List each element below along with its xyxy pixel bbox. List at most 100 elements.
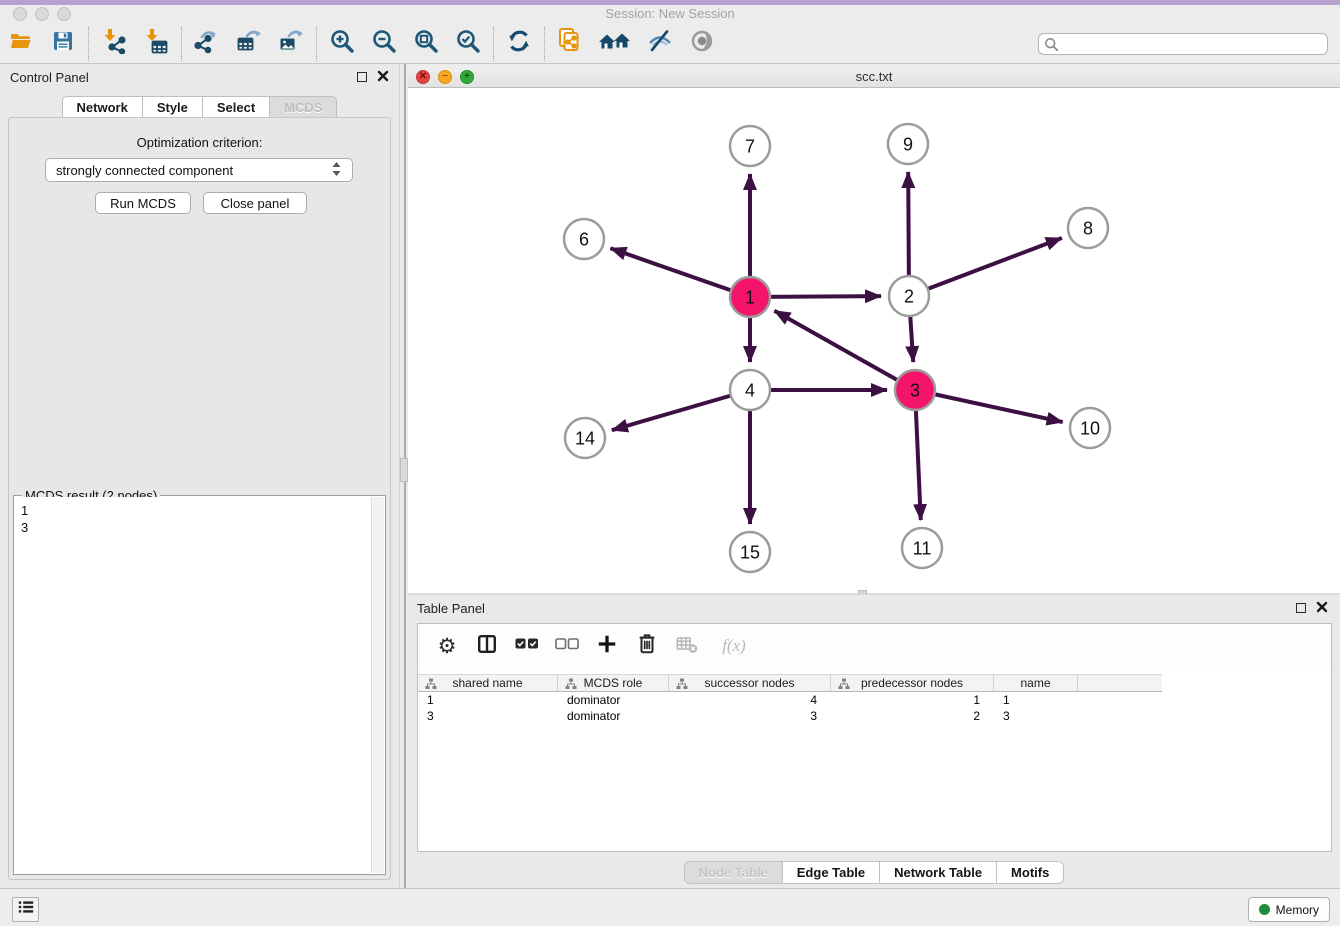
- column-header-predecessor-nodes[interactable]: predecessor nodes: [831, 675, 994, 691]
- fx-icon: f(x): [722, 636, 746, 656]
- control-panel-title: Control Panel: [10, 70, 89, 85]
- graph-edge-2-8[interactable]: [909, 238, 1062, 296]
- delete-table-button-disabled: [674, 633, 700, 659]
- cell-name[interactable]: 3: [994, 709, 1078, 723]
- column-header-mcds-role[interactable]: MCDS role: [558, 675, 669, 691]
- export-image-button[interactable]: [270, 27, 312, 61]
- memory-button[interactable]: Memory: [1248, 897, 1330, 922]
- column-header-successor-nodes[interactable]: successor nodes: [669, 675, 831, 691]
- export-table-button[interactable]: [228, 27, 270, 61]
- cell-successor-nodes[interactable]: 3: [669, 709, 831, 723]
- home-button[interactable]: [591, 27, 639, 61]
- cell-successor-nodes[interactable]: 4: [669, 693, 831, 707]
- result-scrollbar[interactable]: [371, 497, 384, 873]
- task-history-button[interactable]: [12, 897, 39, 922]
- save-disk-icon: [51, 29, 75, 58]
- zoom-selected-icon: [455, 28, 481, 59]
- graph-node-label-6: 6: [579, 230, 589, 250]
- import-table-button[interactable]: [135, 27, 177, 61]
- clone-network-button[interactable]: [549, 27, 591, 61]
- toggle-columns-button[interactable]: [474, 633, 500, 659]
- cell-shared-name[interactable]: 3: [418, 709, 558, 723]
- app-window: Session: New Session: [0, 0, 1340, 926]
- function-builder-button-disabled: f(x): [714, 633, 754, 659]
- splitter-grip[interactable]: [400, 458, 408, 482]
- tab-network[interactable]: Network: [62, 96, 143, 118]
- tab-select[interactable]: Select: [203, 96, 270, 118]
- vertical-splitter[interactable]: [400, 64, 408, 888]
- graph-edge-3-10[interactable]: [915, 390, 1063, 422]
- search-input[interactable]: [1038, 33, 1328, 55]
- table-row[interactable]: 1 dominator 4 1 1: [418, 692, 1162, 708]
- table-header-row: shared name MCDS role successor nodes pr…: [418, 674, 1162, 692]
- cell-mcds-role[interactable]: dominator: [558, 709, 669, 723]
- node-table-container: ⚙ f(x) shared name MCDS role successor n…: [417, 623, 1332, 852]
- zoom-out-button[interactable]: [363, 27, 405, 61]
- tab-motifs[interactable]: Motifs: [997, 861, 1064, 884]
- open-session-button[interactable]: [0, 27, 42, 61]
- tab-edge-table[interactable]: Edge Table: [783, 861, 880, 884]
- search-container: [1038, 33, 1328, 55]
- float-panel-icon[interactable]: [357, 72, 367, 82]
- float-panel-icon[interactable]: [1296, 603, 1306, 613]
- cell-shared-name[interactable]: 1: [418, 693, 558, 707]
- table-row[interactable]: 3 dominator 3 2 3: [418, 708, 1162, 724]
- graph-node-label-10: 10: [1080, 419, 1100, 439]
- tab-mcds[interactable]: MCDS: [270, 96, 337, 118]
- trash-icon: [636, 632, 658, 661]
- deselect-all-button[interactable]: [554, 633, 580, 659]
- cell-name[interactable]: 1: [994, 693, 1078, 707]
- add-column-button[interactable]: [594, 633, 620, 659]
- tab-style[interactable]: Style: [143, 96, 203, 118]
- zoom-fit-icon: [413, 28, 439, 59]
- table-panel-title: Table Panel: [417, 601, 485, 616]
- import-network-button[interactable]: [93, 27, 135, 61]
- clone-network-icon: [557, 27, 583, 60]
- zoom-selected-button[interactable]: [447, 27, 489, 61]
- mcds-result-item: 1: [21, 502, 370, 519]
- hide-selected-button[interactable]: [639, 27, 681, 61]
- search-icon: [1044, 37, 1059, 57]
- delete-column-button[interactable]: [634, 633, 660, 659]
- tab-network-table[interactable]: Network Table: [880, 861, 997, 884]
- mcds-tab-content: Optimization criterion: strongly connect…: [8, 117, 391, 880]
- mcds-result-list[interactable]: 1 3: [15, 497, 370, 873]
- export-network-icon: [193, 28, 221, 59]
- select-all-button[interactable]: [514, 633, 540, 659]
- node-table: shared name MCDS role successor nodes pr…: [418, 674, 1162, 724]
- delete-table-icon: [675, 633, 699, 660]
- cell-predecessor-nodes[interactable]: 1: [831, 693, 994, 707]
- column-header-name[interactable]: name: [994, 675, 1078, 691]
- cell-predecessor-nodes[interactable]: 2: [831, 709, 994, 723]
- graph-edge-3-1[interactable]: [774, 311, 915, 390]
- zoom-fit-button[interactable]: [405, 27, 447, 61]
- window-titlebar: Session: New Session: [0, 5, 1340, 24]
- export-network-button[interactable]: [186, 27, 228, 61]
- graph-canvas[interactable]: 7968124314101511: [408, 88, 1340, 593]
- status-bar: Memory: [0, 888, 1340, 926]
- cell-mcds-role[interactable]: dominator: [558, 693, 669, 707]
- split-panel-icon: [476, 633, 498, 660]
- graph-node-label-11: 11: [913, 539, 932, 559]
- network-window-titlebar[interactable]: ✕ − + scc.txt: [408, 66, 1340, 88]
- run-mcds-button[interactable]: Run MCDS: [95, 192, 191, 214]
- graph-edge-4-14[interactable]: [612, 390, 750, 430]
- zoom-in-button[interactable]: [321, 27, 363, 61]
- criterion-select[interactable]: strongly connected component: [45, 158, 353, 182]
- show-all-button[interactable]: [681, 27, 723, 61]
- graph-node-label-1: 1: [745, 288, 755, 308]
- tab-node-table[interactable]: Node Table: [684, 861, 783, 884]
- graph-node-label-4: 4: [745, 381, 755, 401]
- close-panel-icon[interactable]: [1316, 601, 1328, 616]
- column-tree-icon: [565, 678, 577, 693]
- export-table-icon: [235, 28, 263, 59]
- refresh-layout-button[interactable]: [498, 27, 540, 61]
- table-settings-button[interactable]: ⚙: [434, 633, 460, 659]
- graph-edge-1-6[interactable]: [610, 248, 750, 297]
- close-panel-button[interactable]: Close panel: [203, 192, 307, 214]
- save-session-button[interactable]: [42, 27, 84, 61]
- toolbar-separator: [181, 27, 182, 61]
- column-header-shared-name[interactable]: shared name: [418, 675, 558, 691]
- close-panel-icon[interactable]: [377, 70, 389, 85]
- export-image-icon: [277, 28, 305, 59]
